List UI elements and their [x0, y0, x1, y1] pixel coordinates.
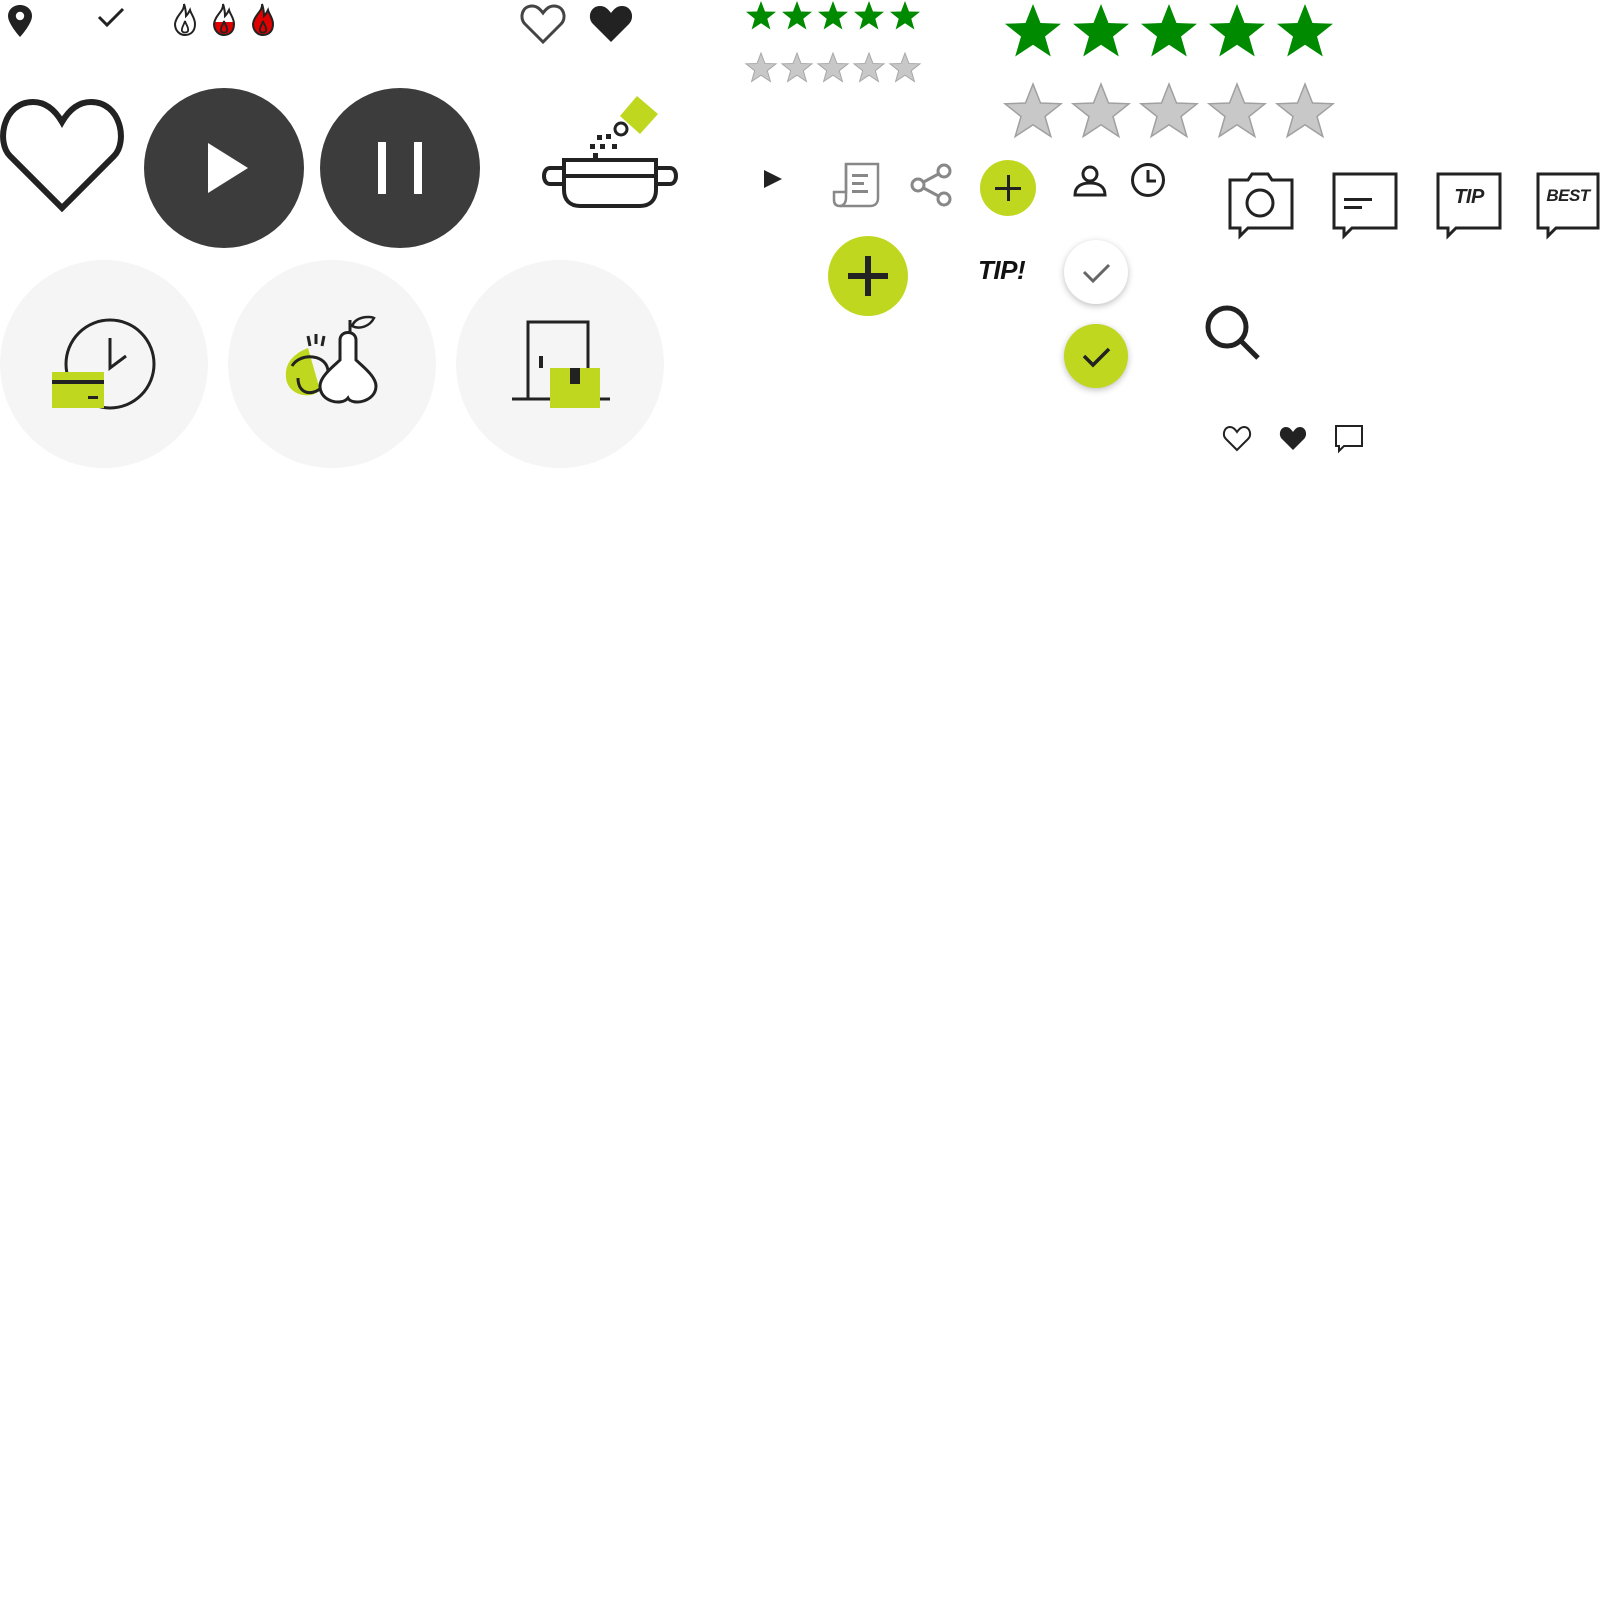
star-empty-icon [817, 52, 849, 82]
add-button-small-icon[interactable] [980, 160, 1036, 216]
star-filled-icon [1209, 4, 1265, 57]
add-button-large-icon[interactable] [828, 236, 908, 316]
check-button-selected-icon[interactable] [1064, 324, 1128, 388]
pause-button-icon[interactable] [320, 88, 480, 248]
tip-comment-icon[interactable]: TIP [1436, 172, 1502, 240]
star-filled-icon [1141, 4, 1197, 57]
small-filled-star-rating [745, 0, 925, 34]
star-filled-icon [746, 1, 776, 30]
check-icon [96, 6, 126, 28]
star-filled-icon [1073, 4, 1129, 57]
star-filled-icon [890, 1, 920, 30]
heart-outline-small-icon[interactable] [1222, 424, 1252, 452]
star-empty-icon [1004, 83, 1062, 138]
star-empty-icon [889, 52, 921, 82]
star-empty-icon [1072, 83, 1130, 138]
heart-filled-icon[interactable] [588, 2, 634, 44]
check-button-unselected-icon[interactable] [1064, 240, 1128, 304]
star-empty-icon [1208, 83, 1266, 138]
star-filled-icon [1005, 4, 1061, 57]
star-empty-icon [745, 52, 777, 82]
tip-bubble-label: TIP [1454, 186, 1484, 208]
star-filled-icon [818, 1, 848, 30]
camera-comment-icon[interactable] [1228, 172, 1294, 240]
time-cost-icon [0, 260, 208, 468]
large-filled-star-rating [1004, 2, 1344, 64]
delivery-door-icon [456, 260, 664, 468]
flame-half-icon [211, 2, 237, 37]
play-button-icon[interactable] [144, 88, 304, 248]
star-empty-icon [781, 52, 813, 82]
heart-outline-icon[interactable] [520, 2, 566, 45]
search-icon[interactable] [1204, 304, 1262, 362]
fruit-icon [228, 260, 436, 468]
heart-outline-large-icon[interactable] [0, 96, 126, 213]
comment-small-icon[interactable] [1334, 424, 1364, 454]
recipe-scroll-icon[interactable] [832, 160, 882, 208]
arrow-right-icon[interactable] [762, 168, 784, 190]
large-empty-star-rating [1004, 82, 1344, 144]
star-empty-icon [1276, 83, 1334, 138]
small-empty-star-rating [745, 52, 925, 86]
best-bubble-label: BEST [1546, 186, 1590, 205]
best-comment-icon[interactable]: BEST [1536, 172, 1600, 240]
flame-full-icon [250, 2, 276, 37]
star-filled-icon [1277, 4, 1333, 57]
seasoning-pot-icon [540, 92, 680, 214]
flame-empty-icon [172, 2, 198, 37]
location-pin-icon [6, 4, 34, 38]
clock-icon[interactable] [1130, 162, 1166, 198]
star-filled-icon [854, 1, 884, 30]
star-empty-icon [1140, 83, 1198, 138]
heart-filled-small-icon[interactable] [1278, 424, 1308, 452]
tip-badge: TIP! [978, 255, 1026, 285]
star-filled-icon [782, 1, 812, 30]
comment-icon[interactable] [1332, 172, 1398, 240]
share-icon[interactable] [908, 162, 954, 208]
star-empty-icon [853, 52, 885, 82]
user-icon[interactable] [1072, 164, 1108, 198]
